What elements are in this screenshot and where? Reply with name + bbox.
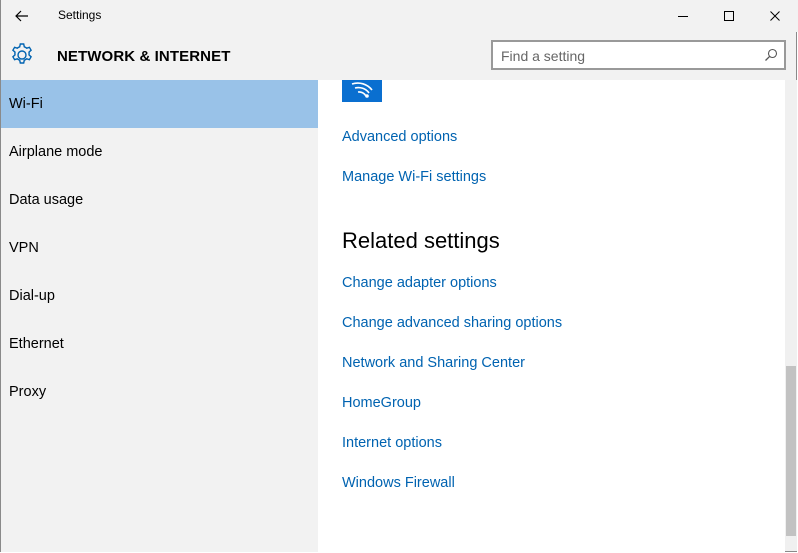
- minimize-icon: [678, 16, 688, 17]
- wifi-network-tile[interactable]: [342, 80, 382, 102]
- sidebar-item-airplane-mode[interactable]: Airplane mode: [1, 128, 318, 176]
- sidebar: Wi-Fi Airplane mode Data usage VPN Dial-…: [1, 80, 318, 552]
- content-scrollbar[interactable]: [785, 80, 797, 551]
- change-advanced-sharing-options-link[interactable]: Change advanced sharing options: [342, 315, 562, 331]
- network-and-sharing-center-link[interactable]: Network and Sharing Center: [342, 355, 525, 371]
- scrollbar-thumb[interactable]: [786, 366, 796, 536]
- advanced-options-link[interactable]: Advanced options: [342, 129, 457, 145]
- close-button[interactable]: [752, 0, 798, 32]
- sidebar-item-dial-up[interactable]: Dial-up: [1, 272, 318, 320]
- back-button[interactable]: [9, 4, 35, 28]
- maximize-icon: [724, 11, 734, 21]
- back-arrow-icon: [15, 10, 28, 22]
- network-name-clipped: [394, 80, 434, 82]
- minimize-button[interactable]: [660, 0, 706, 32]
- windows-firewall-link[interactable]: Windows Firewall: [342, 475, 455, 491]
- app-title: Settings: [58, 8, 102, 22]
- maximize-button[interactable]: [706, 0, 752, 32]
- internet-options-link[interactable]: Internet options: [342, 435, 442, 451]
- homegroup-link[interactable]: HomeGroup: [342, 395, 421, 411]
- sidebar-item-data-usage[interactable]: Data usage: [1, 176, 318, 224]
- search-input[interactable]: [501, 46, 756, 66]
- sidebar-item-ethernet[interactable]: Ethernet: [1, 320, 318, 368]
- content-pane: Advanced options Manage Wi-Fi settings R…: [318, 80, 785, 552]
- sidebar-item-proxy[interactable]: Proxy: [1, 368, 318, 416]
- title-bar: Settings: [1, 0, 798, 32]
- search-icon[interactable]: [764, 48, 778, 62]
- sidebar-item-vpn[interactable]: VPN: [1, 224, 318, 272]
- page-title: NETWORK & INTERNET: [57, 48, 231, 65]
- wifi-icon: [351, 82, 373, 98]
- gear-icon: [12, 43, 32, 64]
- sidebar-item-wifi[interactable]: Wi-Fi: [1, 80, 318, 128]
- close-icon: [770, 11, 780, 21]
- settings-header: NETWORK & INTERNET: [1, 32, 798, 80]
- related-settings-heading: Related settings: [342, 228, 500, 253]
- change-adapter-options-link[interactable]: Change adapter options: [342, 275, 497, 291]
- settings-window: Settings NETWORK & INTERNET Find a setti…: [0, 0, 798, 552]
- search-box[interactable]: [491, 40, 786, 70]
- manage-wifi-settings-link[interactable]: Manage Wi-Fi settings: [342, 169, 486, 185]
